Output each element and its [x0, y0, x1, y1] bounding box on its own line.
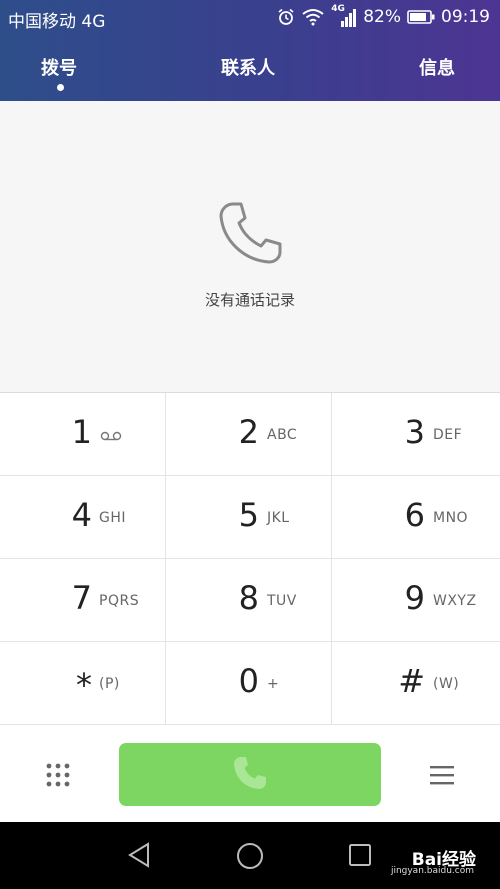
baidu-watermark-url: jingyan.baidu.com [390, 866, 474, 876]
key-1[interactable]: 1 [0, 393, 166, 476]
key-digit: 8 [238, 579, 259, 617]
menu-icon[interactable] [428, 763, 456, 787]
key-digit: # [398, 662, 425, 700]
key-2[interactable]: 2 ABC [166, 393, 332, 476]
key-letters: + [267, 676, 280, 692]
key-9[interactable]: 9 WXYZ [332, 559, 500, 642]
dialpad-icon[interactable] [44, 761, 72, 789]
key-7[interactable]: 7 PQRS [0, 559, 166, 642]
back-icon[interactable] [126, 842, 152, 872]
wifi-icon [301, 8, 325, 26]
key-digit: 7 [71, 579, 92, 617]
tab-bar: 拨号 联系人 信息 [0, 54, 500, 84]
key-letters: GHI [99, 510, 127, 526]
key-8[interactable]: 8 TUV [166, 559, 332, 642]
dial-keypad: 1 2 ABC 3 DEF 4 GHI 5 JKL 6 MNO 7 PQRS 8… [0, 392, 500, 725]
battery-icon [407, 9, 435, 25]
key-letters: TUV [267, 593, 297, 609]
tab-messages[interactable]: 信息 [419, 54, 455, 80]
tab-dialer[interactable]: 拨号 [41, 54, 77, 80]
clock: 09:19 [441, 7, 490, 27]
home-icon[interactable] [236, 842, 264, 874]
key-letters: DEF [433, 427, 463, 443]
key-letters: ABC [267, 427, 298, 443]
battery-percent: 82% [363, 7, 401, 27]
key-0[interactable]: 0 + [166, 642, 332, 725]
key-letters: JKL [267, 510, 290, 526]
status-bar: 中国移动 4G 4G 82% 09:19 [0, 0, 500, 36]
empty-call-log-text: 没有通话记录 [204, 291, 295, 309]
key-hash[interactable]: # (W) [332, 642, 500, 725]
carrier-label: 中国移动 4G [8, 12, 106, 32]
phone-icon [215, 200, 285, 274]
key-digit: 5 [238, 496, 259, 534]
phone-icon [232, 755, 268, 795]
signal-icon: 4G [331, 4, 357, 28]
key-star[interactable]: * (P) [0, 642, 166, 725]
key-6[interactable]: 6 MNO [332, 476, 500, 559]
key-digit: 2 [238, 413, 259, 451]
tab-contacts[interactable]: 联系人 [221, 54, 275, 80]
key-digit: 3 [404, 413, 425, 451]
call-button[interactable] [119, 743, 381, 806]
key-digit: 0 [238, 662, 259, 700]
voicemail-icon [100, 429, 122, 445]
key-digit: 6 [404, 496, 425, 534]
key-letters: WXYZ [433, 593, 477, 609]
active-tab-indicator [57, 84, 64, 91]
key-letters: PQRS [99, 593, 140, 609]
key-letters: MNO [433, 510, 469, 526]
key-3[interactable]: 3 DEF [332, 393, 500, 476]
action-bar [0, 724, 500, 823]
key-4[interactable]: 4 GHI [0, 476, 166, 559]
key-digit: 4 [71, 496, 92, 534]
network-badge: 4G [331, 4, 345, 14]
alarm-icon [277, 8, 295, 26]
key-5[interactable]: 5 JKL [166, 476, 332, 559]
key-digit: 1 [71, 413, 92, 451]
key-digit: * [76, 666, 92, 704]
status-icons: 4G 82% 09:19 [277, 4, 490, 28]
key-digit: 9 [404, 579, 425, 617]
app-header: 中国移动 4G 4G 82% 09:19 拨号 联系人 信息 [0, 0, 500, 101]
recents-icon[interactable] [348, 843, 372, 871]
key-letters: (W) [433, 676, 460, 692]
key-letters: (P) [99, 676, 120, 692]
